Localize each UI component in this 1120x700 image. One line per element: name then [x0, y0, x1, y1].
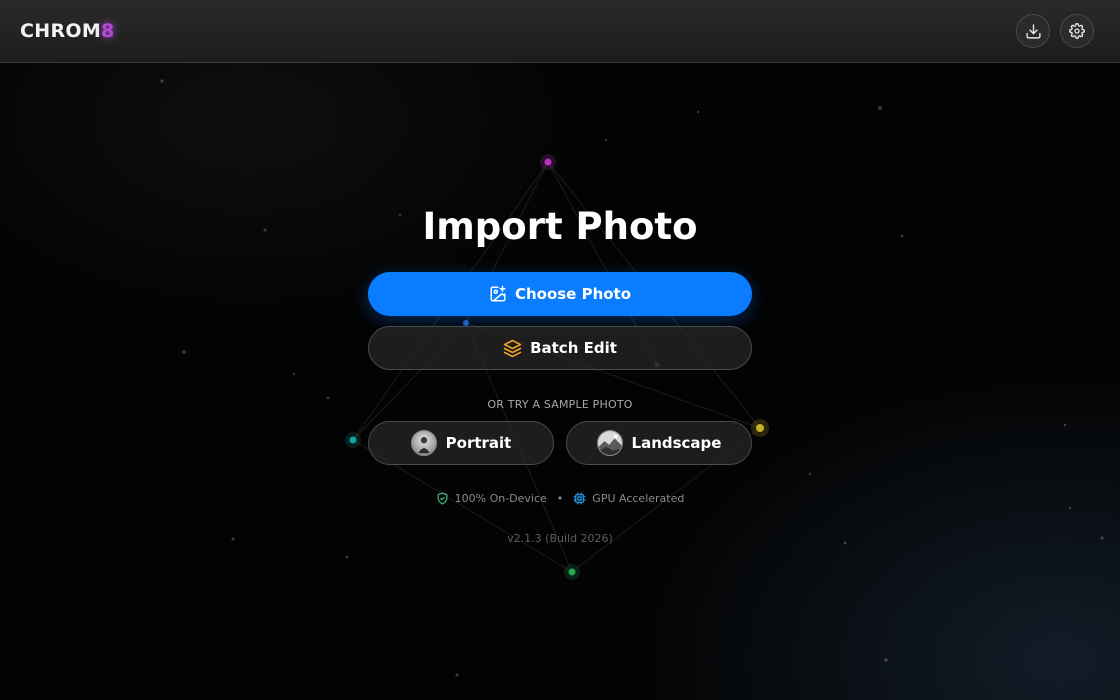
choose-photo-button[interactable]: Choose Photo [368, 272, 752, 316]
settings-button[interactable] [1060, 14, 1094, 48]
page-title: Import Photo [422, 205, 698, 248]
shield-check-icon [437, 492, 448, 505]
choose-photo-label: Choose Photo [514, 285, 632, 303]
app-root: CHROM8 Import Photo Choose Photo Batch E… [0, 0, 1120, 700]
batch-edit-label: Batch Edit [530, 339, 617, 357]
landscape-label: Landscape [631, 434, 722, 452]
version-text: v2.1.3 (Build 2026) [507, 532, 613, 545]
feature-separator: • [556, 492, 564, 505]
top-bar: CHROM8 [0, 0, 1120, 63]
portrait-label: Portrait [445, 434, 512, 452]
chip-icon [573, 492, 586, 505]
feature-on-device-label: 100% On-Device [454, 492, 547, 505]
feature-gpu: GPU Accelerated [573, 492, 684, 505]
landscape-thumbnail [596, 430, 623, 456]
sample-portrait-button[interactable]: Portrait [368, 421, 554, 465]
batch-edit-button[interactable]: Batch Edit [368, 326, 752, 370]
gear-icon [1069, 23, 1085, 39]
image-add-icon [490, 285, 506, 302]
download-button[interactable] [1016, 14, 1050, 48]
sample-photo-label: OR TRY A SAMPLE PHOTO [487, 398, 633, 411]
logo-accent: 8 [101, 20, 115, 42]
feature-gpu-label: GPU Accelerated [592, 492, 685, 505]
feature-on-device: 100% On-Device [436, 492, 547, 505]
feature-list: 100% On-Device • GPU Accelerated [0, 492, 1120, 505]
download-icon [1025, 23, 1041, 39]
sample-landscape-button[interactable]: Landscape [566, 421, 752, 465]
portrait-thumbnail [410, 430, 437, 456]
logo-text: CHROM [20, 20, 102, 42]
layers-icon [503, 339, 522, 357]
app-logo[interactable]: CHROM8 [20, 20, 115, 42]
